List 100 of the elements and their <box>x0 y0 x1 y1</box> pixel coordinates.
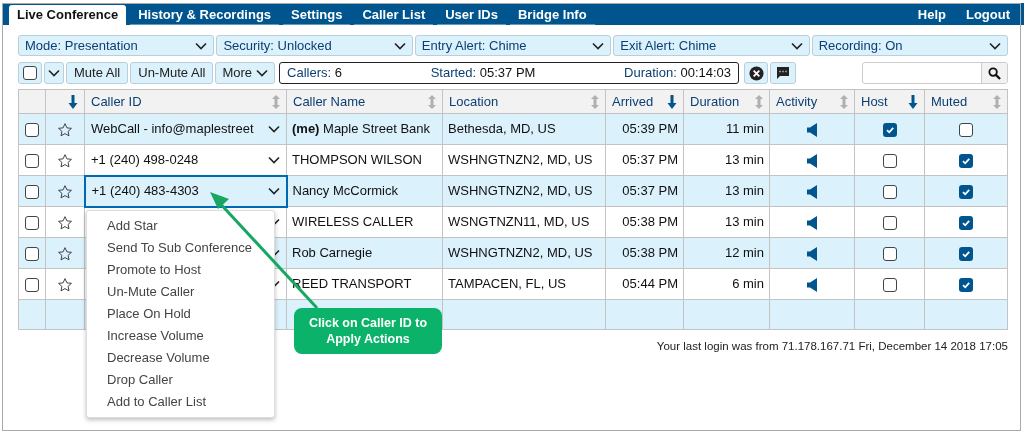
arrived-cell: 05:37 PM <box>605 144 684 176</box>
checkbox[interactable] <box>25 184 39 199</box>
location-cell: TAMPACEN, FL, US <box>442 268 606 300</box>
nav-tab[interactable]: History & Recordings <box>130 5 280 25</box>
speaker-icon <box>807 122 817 137</box>
checkbox[interactable] <box>959 215 973 230</box>
duration-time: Duration: 00:14:03 <box>624 64 732 83</box>
star-icon[interactable] <box>57 214 73 231</box>
speaker-icon <box>807 246 817 261</box>
speaker-icon <box>807 153 817 168</box>
checkbox[interactable] <box>25 215 39 230</box>
search-field[interactable] <box>862 62 1008 84</box>
checkbox[interactable] <box>25 277 39 292</box>
arrived-cell: 05:38 PM <box>605 206 684 238</box>
select-menu-button[interactable] <box>44 62 64 84</box>
search-icon[interactable] <box>988 66 1001 80</box>
setting-dropdown[interactable]: Mode: Presentation <box>18 35 215 56</box>
select-all-button[interactable] <box>18 62 42 84</box>
chevron-down-icon <box>267 187 280 195</box>
sort-down-icon[interactable] <box>667 94 677 109</box>
chevron-down-icon <box>989 41 1002 50</box>
menu-item[interactable]: Drop Caller <box>87 369 274 391</box>
toolbar-button[interactable]: Mute All <box>66 62 129 84</box>
arrived-cell: 05:39 PM <box>605 113 684 145</box>
checkbox[interactable] <box>959 246 973 261</box>
checkbox[interactable] <box>959 153 973 168</box>
checkbox[interactable] <box>25 122 39 137</box>
setting-dropdown[interactable]: Security: Unlocked <box>216 35 413 56</box>
caller-name-cell: THOMPSON WILSON <box>286 144 443 176</box>
menu-item[interactable]: Add to Caller List <box>87 391 274 413</box>
chevron-down-icon <box>592 41 605 50</box>
duration-cell: 13 min <box>683 175 770 207</box>
close-icon <box>748 65 764 81</box>
star-icon[interactable] <box>57 121 73 138</box>
caller-name-cell: (me) Maple Street Bank <box>286 113 443 145</box>
chat-icon <box>776 66 791 80</box>
location-cell: WSHNGTNZN2, MD, US <box>442 237 606 269</box>
location-cell: WSHNGTNZN2, MD, US <box>442 175 606 207</box>
arrived-cell: 05:44 PM <box>605 268 684 300</box>
star-icon[interactable] <box>56 183 73 200</box>
checkbox[interactable] <box>25 153 39 168</box>
menu-item[interactable]: Add Star <box>87 215 274 237</box>
nav-tab[interactable]: Settings <box>283 5 351 25</box>
checkbox[interactable] <box>959 277 973 292</box>
caller-id-cell[interactable]: +1 (240) 483-4303 <box>84 175 287 207</box>
started-time: Started: 05:37 PM <box>430 64 536 83</box>
checkbox[interactable] <box>882 277 897 292</box>
menu-item[interactable]: Promote to Host <box>87 259 274 281</box>
chevron-down-icon <box>790 41 803 50</box>
star-icon[interactable] <box>57 245 73 262</box>
close-button[interactable] <box>744 62 769 84</box>
location-cell: Bethesda, MD, US <box>442 113 606 145</box>
caller-name-cell: WIRELESS CALLER <box>286 206 443 238</box>
nav-tab[interactable]: Caller List <box>354 5 434 25</box>
star-icon[interactable] <box>57 152 73 169</box>
star-icon[interactable] <box>57 276 73 293</box>
checkbox[interactable] <box>882 122 897 137</box>
checkbox[interactable] <box>25 246 39 261</box>
caller-id-cell[interactable]: WebCall - info@maplestreet <box>84 113 287 145</box>
callout-bubble: Click on Caller ID to Apply Actions <box>294 308 442 354</box>
checkmark-icon <box>961 186 971 197</box>
chevron-down-icon <box>48 69 60 77</box>
checkbox[interactable] <box>23 66 37 80</box>
checkbox[interactable] <box>882 184 897 199</box>
nav-tab[interactable]: Bridge Info <box>510 5 595 25</box>
sort-down-icon[interactable] <box>908 94 918 109</box>
nav-tab[interactable]: User IDs <box>437 5 506 25</box>
duration-cell: 13 min <box>683 144 770 176</box>
speaker-icon <box>807 184 817 199</box>
checkmark-icon <box>961 279 971 290</box>
setting-dropdown[interactable]: Exit Alert: Chime <box>613 35 810 56</box>
menu-item[interactable]: Send To Sub Conference <box>87 237 274 259</box>
checkbox[interactable] <box>959 184 973 199</box>
more-button[interactable]: More <box>215 62 276 84</box>
arrived-cell: 05:37 PM <box>605 175 684 207</box>
nav-link[interactable]: Help <box>909 5 954 25</box>
caller-name-cell: Nancy McCormick <box>286 175 443 207</box>
chevron-down-icon <box>195 41 208 50</box>
chevron-down-icon <box>268 155 280 164</box>
nav-link[interactable]: Logout <box>957 5 1018 25</box>
checkmark-icon <box>884 124 895 135</box>
setting-dropdown[interactable]: Entry Alert: Chime <box>414 35 612 56</box>
checkmark-icon <box>961 217 971 228</box>
toolbar-button[interactable]: Un-Mute All <box>130 62 214 84</box>
checkbox[interactable] <box>959 122 973 137</box>
chevron-down-icon <box>268 125 280 133</box>
chat-button[interactable] <box>770 62 797 84</box>
menu-item[interactable]: Increase Volume <box>87 325 274 347</box>
setting-dropdown[interactable]: Recording: On <box>811 35 1009 56</box>
arrived-cell: 05:38 PM <box>605 237 684 269</box>
menu-item[interactable]: Un-Mute Caller <box>87 281 274 303</box>
nav-tab[interactable]: Live Conference <box>9 5 127 25</box>
sort-down-icon[interactable] <box>68 94 78 109</box>
checkbox[interactable] <box>882 153 897 168</box>
last-login-text: Your last login was from 71.178.167.71 Fri, December 14 2018 17:05 <box>656 339 1008 354</box>
checkbox[interactable] <box>882 215 897 230</box>
duration-cell: 11 min <box>683 113 770 145</box>
menu-item[interactable]: Decrease Volume <box>87 347 274 369</box>
checkbox[interactable] <box>882 246 897 261</box>
chevron-down-icon <box>393 41 406 50</box>
